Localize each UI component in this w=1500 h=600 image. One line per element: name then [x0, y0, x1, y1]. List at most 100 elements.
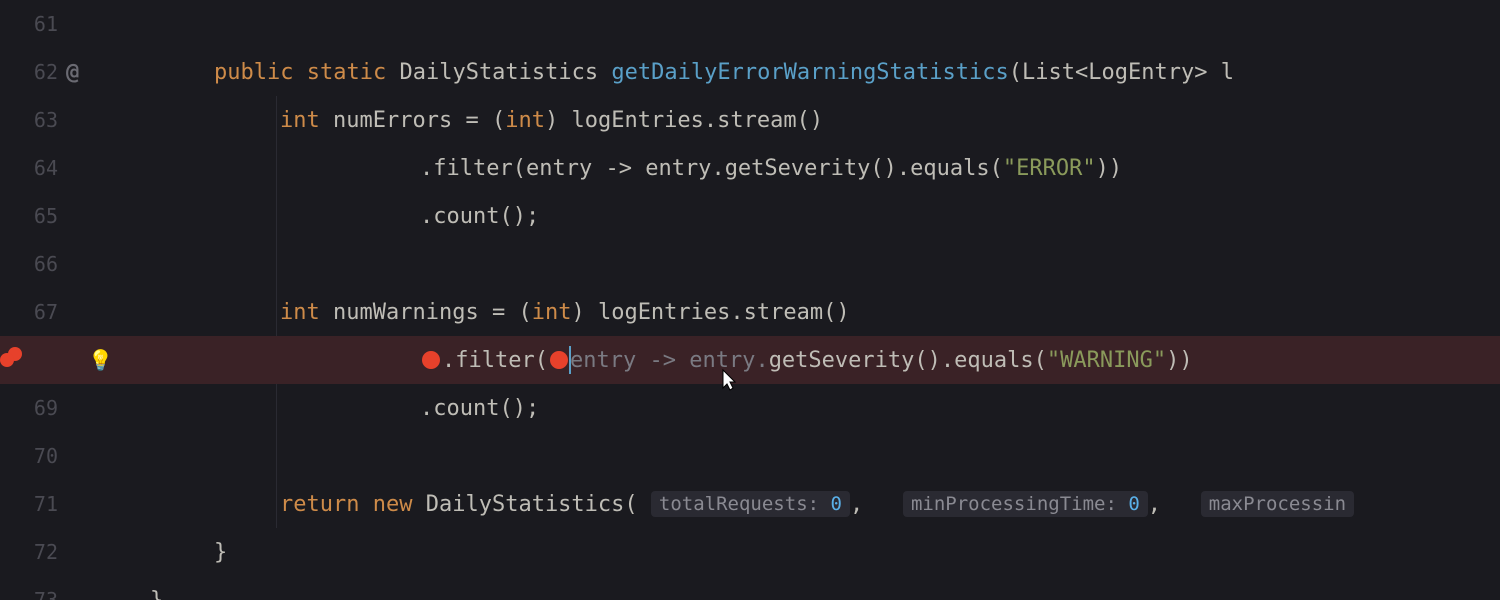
- count-call: count: [433, 204, 499, 229]
- keyword-static: static: [307, 60, 386, 85]
- code-line[interactable]: .filter(entry -> entry.getSeverity().equ…: [120, 144, 1122, 192]
- gutter-icons[interactable]: @: [58, 60, 120, 85]
- line-number: 72: [0, 540, 58, 564]
- line-number: 65: [0, 204, 58, 228]
- code-row[interactable]: 70: [0, 432, 1500, 480]
- code-line[interactable]: return new DailyStatistics( totalRequest…: [120, 480, 1354, 528]
- gutter-line[interactable]: 69: [0, 384, 120, 432]
- method-call: equals: [910, 156, 989, 181]
- method-call: equals: [954, 348, 1033, 373]
- line-number: 62: [0, 60, 58, 84]
- code-line[interactable]: }: [120, 576, 163, 600]
- gutter-line[interactable]: 61: [0, 0, 120, 48]
- at-icon: @: [66, 60, 79, 85]
- code-line[interactable]: [120, 432, 190, 480]
- line-number: 64: [0, 156, 58, 180]
- line-number: 63: [0, 108, 58, 132]
- constructor: DailyStatistics: [426, 492, 625, 517]
- method-call: stream: [717, 108, 796, 133]
- code-line[interactable]: }: [120, 528, 227, 576]
- line-number: 66: [0, 252, 58, 276]
- line-number: 61: [0, 12, 58, 36]
- close-brace: }: [214, 540, 227, 565]
- inline-breakpoint-icon[interactable]: [422, 351, 440, 369]
- code-row[interactable]: 65 .count();: [0, 192, 1500, 240]
- ident: logEntries: [598, 300, 730, 325]
- code-line[interactable]: int numWarnings = (int) logEntries.strea…: [120, 288, 850, 336]
- code-line[interactable]: [120, 0, 190, 48]
- code-row-current[interactable]: 💡 .filter(entry -> entry.getSeverity().e…: [0, 336, 1500, 384]
- gutter-line[interactable]: 64: [0, 144, 120, 192]
- gutter-line[interactable]: 62 @: [0, 48, 120, 96]
- code-row[interactable]: 71 return new DailyStatistics( totalRequ…: [0, 480, 1500, 528]
- keyword-new: new: [373, 492, 413, 517]
- gutter-line[interactable]: 72: [0, 528, 120, 576]
- count-call: count: [433, 396, 499, 421]
- code-row[interactable]: 73 }: [0, 576, 1500, 600]
- code-row[interactable]: 67 int numWarnings = (int) logEntries.st…: [0, 288, 1500, 336]
- line-number: 70: [0, 444, 58, 468]
- gutter-line[interactable]: 66: [0, 240, 120, 288]
- inlay-hint: minProcessingTime: 0: [903, 491, 1148, 517]
- code-line[interactable]: public static DailyStatistics getDailyEr…: [120, 48, 1234, 96]
- lightbulb-icon[interactable]: 💡: [88, 348, 113, 372]
- filter-call: filter: [433, 156, 512, 181]
- return-type: DailyStatistics: [399, 60, 598, 85]
- gutter-line[interactable]: 67: [0, 288, 120, 336]
- code-row[interactable]: 63 int numErrors = (int) logEntries.stre…: [0, 96, 1500, 144]
- code-line[interactable]: .count();: [120, 192, 539, 240]
- inlay-hint: totalRequests: 0: [651, 491, 850, 517]
- code-row[interactable]: 62 @ public static DailyStatistics getDa…: [0, 48, 1500, 96]
- close-brace: }: [150, 588, 163, 600]
- code-line[interactable]: .filter(entry -> entry.getSeverity().equ…: [120, 336, 1193, 384]
- method-call: getSeverity: [725, 156, 871, 181]
- code-line[interactable]: .count();: [120, 384, 539, 432]
- string-literal: "WARNING": [1047, 348, 1166, 373]
- line-number: 71: [0, 492, 58, 516]
- breakpoint-dot-icon[interactable]: [0, 353, 14, 367]
- lambda-param: entry: [570, 348, 636, 373]
- line-number: 69: [0, 396, 58, 420]
- code-row[interactable]: 64 .filter(entry -> entry.getSeverity().…: [0, 144, 1500, 192]
- code-row[interactable]: 69 .count();: [0, 384, 1500, 432]
- cast-int: int: [505, 108, 545, 133]
- keyword-int: int: [280, 108, 320, 133]
- code-line[interactable]: [120, 240, 190, 288]
- param-generic: LogEntry: [1088, 60, 1194, 85]
- code-editor[interactable]: 61 62 @ public static DailyStatistics ge…: [0, 0, 1500, 600]
- code-area[interactable]: 61 62 @ public static DailyStatistics ge…: [0, 0, 1500, 600]
- inlay-hint: maxProcessin: [1201, 491, 1354, 517]
- gutter-line[interactable]: 71: [0, 480, 120, 528]
- method-call: stream: [744, 300, 823, 325]
- inline-breakpoint-icon[interactable]: [550, 351, 568, 369]
- mouse-cursor-icon: [716, 368, 740, 392]
- gutter-line[interactable]: 70: [0, 432, 120, 480]
- keyword-int: int: [280, 300, 320, 325]
- cast-int: int: [532, 300, 572, 325]
- method-call: getSeverity: [769, 348, 915, 373]
- param-type: List: [1022, 60, 1075, 85]
- code-row[interactable]: 66: [0, 240, 1500, 288]
- keyword-return: return: [280, 492, 359, 517]
- filter-call: filter: [455, 348, 534, 373]
- gutter-icons[interactable]: 💡: [40, 348, 102, 372]
- gutter-line[interactable]: 65: [0, 192, 120, 240]
- breakpoint-group-icon[interactable]: [0, 353, 40, 367]
- gutter-line[interactable]: 💡: [0, 336, 120, 384]
- ident: logEntries: [571, 108, 703, 133]
- ident: entry: [645, 156, 711, 181]
- var-name: numWarnings: [333, 300, 479, 325]
- method-name: getDailyErrorWarningStatistics: [611, 60, 1008, 85]
- rest: > l: [1194, 60, 1234, 85]
- keyword-public: public: [214, 60, 293, 85]
- var-name: numErrors: [333, 108, 452, 133]
- string-literal: "ERROR": [1003, 156, 1096, 181]
- gutter-line[interactable]: 73: [0, 576, 120, 600]
- line-number: 67: [0, 300, 58, 324]
- code-row[interactable]: 61: [0, 0, 1500, 48]
- gutter-line[interactable]: 63: [0, 96, 120, 144]
- lambda-param: entry: [526, 156, 592, 181]
- code-line[interactable]: int numErrors = (int) logEntries.stream(…: [120, 96, 823, 144]
- line-number: [0, 353, 40, 367]
- code-row[interactable]: 72 }: [0, 528, 1500, 576]
